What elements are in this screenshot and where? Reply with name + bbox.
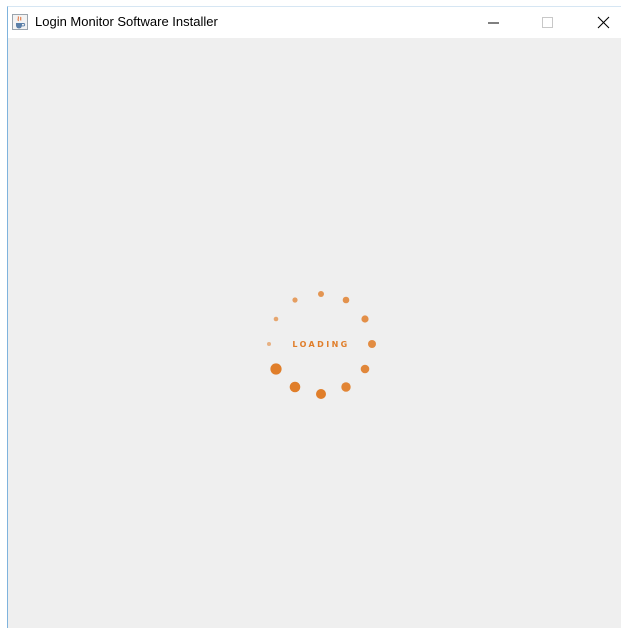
spinner-dot — [361, 315, 369, 323]
spinner-dot — [342, 296, 350, 304]
content-area: LOADING — [8, 38, 621, 628]
maximize-icon — [542, 17, 553, 28]
close-icon — [597, 16, 610, 29]
spinner-dot — [292, 297, 298, 303]
window-title: Login Monitor Software Installer — [35, 14, 218, 29]
spinner-dot — [341, 382, 351, 392]
spinner-dot — [289, 381, 301, 393]
loading-spinner-icon: LOADING — [267, 291, 376, 399]
spinner-dot — [270, 363, 282, 375]
spinner-dot — [316, 389, 326, 399]
spinner-dot — [267, 342, 271, 346]
spinner-dot — [360, 364, 370, 374]
loading-label: LOADING — [292, 340, 349, 349]
close-button[interactable] — [578, 7, 621, 38]
spinner-dot — [318, 291, 324, 297]
spinner-dot — [273, 316, 279, 322]
minimize-icon — [488, 22, 499, 24]
java-cup-icon[interactable] — [12, 14, 28, 30]
title-bar[interactable]: Login Monitor Software Installer — [8, 7, 621, 38]
spinner-dot — [368, 340, 376, 348]
loading-spinner: LOADING — [256, 278, 386, 408]
maximize-button[interactable] — [524, 7, 569, 38]
installer-window: Login Monitor Software Installer LOADING — [7, 6, 621, 628]
minimize-button[interactable] — [471, 7, 516, 38]
